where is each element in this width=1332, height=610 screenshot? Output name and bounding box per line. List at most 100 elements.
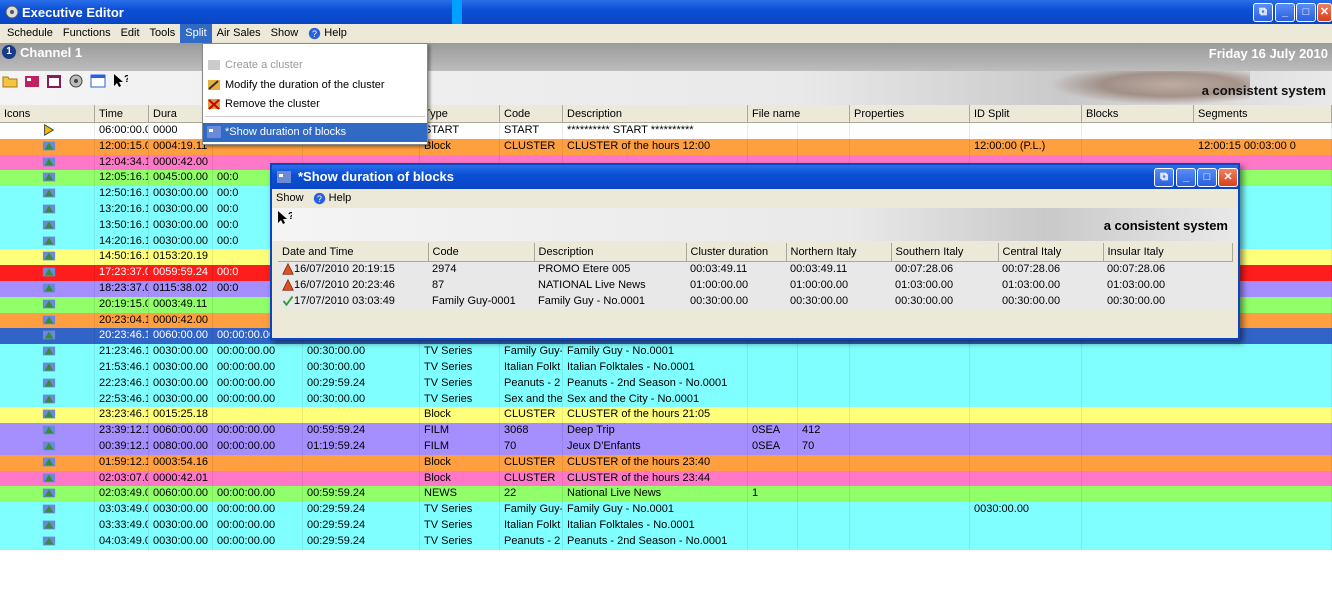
- table-row[interactable]: 06:00:00.000000STARTSTART********** STAR…: [0, 123, 1332, 139]
- cell-south: 00:07:28.06: [891, 261, 998, 277]
- table-row[interactable]: 00:39:12.100080:00.0000:00:00.0001:19:59…: [0, 438, 1332, 455]
- program-icon: [42, 220, 56, 230]
- col-cluster-duration[interactable]: Cluster duration: [686, 243, 787, 262]
- minimize-icon[interactable]: _: [1275, 3, 1295, 22]
- cell-type: TV Series: [420, 533, 500, 550]
- value-code: 2974: [432, 263, 457, 276]
- col-northern-italy[interactable]: Northern Italy: [786, 243, 892, 262]
- schedule-icon[interactable]: [24, 73, 40, 89]
- cell-type: Block: [420, 470, 500, 487]
- dialog-toolbar: ? a consistent system: [272, 208, 1238, 241]
- cell-duration: 0030:00.00: [149, 533, 213, 550]
- col-time[interactable]: Time: [95, 105, 149, 122]
- cell-segments: [1194, 375, 1332, 392]
- cell-cluster: 00:03:49.11: [686, 261, 786, 277]
- col-file-name[interactable]: File name: [748, 105, 850, 122]
- col-code[interactable]: Code: [500, 105, 563, 122]
- calendar-icon[interactable]: [46, 73, 62, 89]
- menu-schedule[interactable]: Schedule: [2, 24, 58, 43]
- col-central-italy[interactable]: Central Italy: [998, 243, 1104, 262]
- settings-icon[interactable]: [68, 73, 84, 89]
- dialog-menu-show[interactable]: Show: [276, 192, 304, 204]
- table-row[interactable]: 21:23:46.170030:00.0000:00:00.0000:30:00…: [0, 344, 1332, 360]
- value-desc: Family Guy - No.0001: [538, 295, 645, 307]
- menu-edit[interactable]: Edit: [116, 24, 145, 43]
- col-blocks[interactable]: Blocks: [1082, 105, 1194, 122]
- value-code: 87: [432, 279, 445, 291]
- close-icon[interactable]: ✕: [1317, 3, 1332, 22]
- window-icon[interactable]: [90, 73, 106, 89]
- menu-functions[interactable]: Functions: [58, 24, 116, 43]
- col-type[interactable]: Type: [420, 105, 500, 122]
- dialog-minimize-icon[interactable]: _: [1176, 168, 1196, 187]
- cell-end: [303, 470, 420, 487]
- program-icon: [42, 299, 56, 309]
- warning-icon: [282, 263, 294, 275]
- col-icons[interactable]: Icons: [0, 105, 95, 122]
- menu-help[interactable]: ? Help: [303, 24, 352, 43]
- table-row[interactable]: 03:03:49.020030:00.0000:00:00.0000:29:59…: [0, 502, 1332, 518]
- program-icon: [42, 362, 56, 372]
- cell-time: 23:39:12.10: [95, 423, 149, 439]
- cell-duration: 0030:00.00: [149, 517, 213, 534]
- col-description[interactable]: Description: [534, 243, 687, 262]
- table-row[interactable]: 02:03:07.010000:42.01 BlockCLUSTERCLUSTER…: [0, 470, 1332, 487]
- table-row[interactable]: 22:53:46.170030:00.0000:00:00.0000:30:00…: [0, 391, 1332, 408]
- durations-row[interactable]: 16/07/2010 20:23:46 87 NATIONAL Live News 0…: [278, 277, 1233, 293]
- menu-show[interactable]: Show: [266, 24, 304, 43]
- table-row[interactable]: 21:53:46.170030:00.0000:00:00.0000:30:00…: [0, 359, 1332, 376]
- dialog-close-icon[interactable]: ✕: [1218, 168, 1238, 187]
- cell-north: 01:00:00.00: [786, 277, 891, 293]
- durations-row[interactable]: 17/07/2010 03:03:49 Family Guy-0001 Family…: [278, 293, 1233, 309]
- table-row[interactable]: 03:33:49.020030:00.0000:00:00.0000:29:59…: [0, 517, 1332, 534]
- table-row[interactable]: 01:59:12.100003:54.16 BlockCLUSTERCLUSTER…: [0, 454, 1332, 471]
- open-folder-icon[interactable]: [2, 73, 18, 89]
- maximize-icon[interactable]: □: [1296, 3, 1316, 22]
- cell-description: National Live News: [563, 486, 748, 503]
- col-insular-italy[interactable]: Insular Italy: [1103, 243, 1233, 262]
- svg-text:?: ?: [288, 211, 292, 222]
- cell-id-split: [970, 517, 1082, 534]
- table-row[interactable]: 02:03:49.020060:00.0000:00:00.0000:59:59…: [0, 486, 1332, 503]
- durations-row[interactable]: 16/07/2010 20:19:15 2974 PROMO Etere 005 00…: [278, 261, 1233, 277]
- col-southern-italy[interactable]: Southern Italy: [891, 243, 999, 262]
- cell-insular: 00:30:00.00: [1103, 293, 1233, 309]
- row-icons: [0, 407, 95, 424]
- table-row[interactable]: 12:00:15.000004:19.11BlockCLUSTERCLUSTER…: [0, 138, 1332, 155]
- whats-this-icon[interactable]: ?: [112, 73, 128, 89]
- table-row[interactable]: 23:23:46.170015:25.18 BlockCLUSTERCLUSTER…: [0, 407, 1332, 424]
- value-south: 00:30:00.00: [895, 295, 954, 307]
- menu-tools[interactable]: Tools: [145, 24, 181, 43]
- cell-code: Italian Folkt: [500, 359, 563, 376]
- col-code[interactable]: Code: [428, 243, 535, 262]
- cell-time: 04:03:49.02: [95, 533, 149, 550]
- cell-time: 18:23:37.04: [95, 280, 149, 297]
- dialog-maximize-icon[interactable]: □: [1197, 168, 1217, 187]
- table-row[interactable]: 04:03:49.020030:00.0000:00:00.0000:29:59…: [0, 533, 1332, 550]
- dialog-menu-help[interactable]: ? Help: [313, 192, 351, 204]
- channel-name[interactable]: Channel 1: [20, 45, 82, 60]
- table-row[interactable]: 22:23:46.170030:00.0000:00:00.0000:29:59…: [0, 375, 1332, 392]
- whats-this-icon[interactable]: ?: [276, 210, 292, 226]
- col-description[interactable]: Description: [563, 105, 748, 122]
- cell-code: Family Guy-0001: [428, 293, 534, 309]
- menu-item-modify-duration[interactable]: Modify the duration of the cluster: [203, 76, 427, 95]
- cell-time: 12:05:16.11: [95, 170, 149, 187]
- col-segments[interactable]: Segments: [1194, 105, 1332, 122]
- restore-icon[interactable]: ⧉: [1253, 3, 1273, 22]
- menu-item-create-cluster[interactable]: Create a cluster: [203, 56, 427, 75]
- menu-item-remove-cluster[interactable]: Remove the cluster: [203, 95, 427, 114]
- dialog-restore-icon[interactable]: ⧉: [1154, 168, 1174, 187]
- value-desc: NATIONAL Live News: [538, 279, 646, 291]
- col-id-split[interactable]: ID Split: [970, 105, 1082, 122]
- row-properties: [850, 470, 970, 487]
- menu-split[interactable]: Split: [180, 24, 212, 43]
- table-row[interactable]: 23:39:12.100060:00.0000:00:00.0000:59:59…: [0, 423, 1332, 439]
- col-properties[interactable]: Properties: [850, 105, 970, 122]
- col-date-time[interactable]: Date and Time: [278, 243, 429, 262]
- cell-insular: 01:03:00.00: [1103, 277, 1233, 293]
- menu-air-sales[interactable]: Air Sales: [212, 24, 266, 43]
- cell-id-split: [970, 344, 1082, 360]
- menu-item-show-duration[interactable]: *Show duration of blocks: [203, 123, 427, 142]
- cell-id-split: [970, 454, 1082, 471]
